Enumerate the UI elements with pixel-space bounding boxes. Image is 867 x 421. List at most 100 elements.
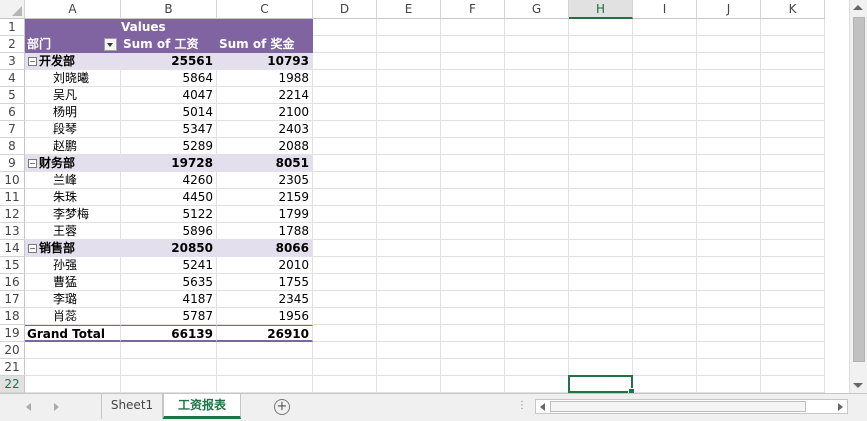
empty-cell[interactable] [377, 36, 441, 53]
empty-cell[interactable] [441, 53, 505, 70]
empty-cell[interactable] [377, 376, 441, 393]
empty-cell[interactable] [377, 206, 441, 223]
empty-cell[interactable] [377, 257, 441, 274]
empty-cell[interactable] [313, 206, 377, 223]
empty-cell[interactable] [697, 87, 761, 104]
empty-cell[interactable] [313, 36, 377, 53]
collapse-minus-icon[interactable]: − [28, 159, 37, 168]
empty-cell[interactable] [633, 138, 697, 155]
row-header[interactable]: 12 [0, 206, 25, 223]
employee-bonus[interactable]: 1799 [217, 206, 313, 223]
empty-cell[interactable] [761, 53, 825, 70]
employee-name[interactable]: 兰峰 [25, 172, 121, 189]
empty-cell[interactable] [633, 223, 697, 240]
empty-cell[interactable] [697, 359, 761, 376]
empty-cell[interactable] [377, 155, 441, 172]
empty-cell[interactable] [633, 36, 697, 53]
row-labels-field[interactable]: 部门 [25, 36, 121, 53]
empty-cell[interactable] [697, 376, 761, 393]
empty-cell[interactable] [377, 325, 441, 342]
horizontal-scrollbar[interactable] [535, 399, 848, 414]
empty-cell[interactable] [505, 291, 569, 308]
empty-cell[interactable] [569, 376, 633, 393]
employee-salary[interactable]: 4450 [121, 189, 217, 206]
row-header[interactable]: 5 [0, 87, 25, 104]
employee-name[interactable]: 吴凡 [25, 87, 121, 104]
row-header[interactable]: 8 [0, 138, 25, 155]
department-salary-subtotal[interactable]: 19728 [121, 155, 217, 172]
empty-cell[interactable] [569, 189, 633, 206]
empty-cell[interactable] [697, 121, 761, 138]
grand-total-bonus[interactable]: 26910 [217, 325, 313, 342]
employee-bonus[interactable]: 2403 [217, 121, 313, 138]
empty-cell[interactable] [761, 223, 825, 240]
empty-cell[interactable] [377, 19, 441, 36]
employee-salary[interactable]: 5347 [121, 121, 217, 138]
empty-cell[interactable] [633, 240, 697, 257]
empty-cell[interactable] [505, 36, 569, 53]
empty-cell[interactable] [313, 240, 377, 257]
empty-cell[interactable] [569, 325, 633, 342]
row-header[interactable]: 16 [0, 274, 25, 291]
empty-cell[interactable] [761, 359, 825, 376]
empty-cell[interactable] [569, 291, 633, 308]
empty-cell[interactable] [441, 291, 505, 308]
employee-bonus[interactable]: 1956 [217, 308, 313, 325]
horizontal-scroll-thumb[interactable] [550, 401, 806, 412]
empty-cell[interactable] [569, 19, 633, 36]
empty-cell[interactable] [505, 19, 569, 36]
employee-bonus[interactable]: 2010 [217, 257, 313, 274]
row-header[interactable]: 20 [0, 342, 25, 359]
empty-cell[interactable] [569, 240, 633, 257]
empty-cell[interactable] [313, 342, 377, 359]
row-header[interactable]: 21 [0, 359, 25, 376]
empty-cell[interactable] [505, 308, 569, 325]
empty-cell[interactable] [377, 172, 441, 189]
empty-cell[interactable] [697, 53, 761, 70]
empty-cell[interactable] [761, 36, 825, 53]
empty-cell[interactable] [569, 257, 633, 274]
empty-cell[interactable] [697, 138, 761, 155]
department-salary-subtotal[interactable]: 25561 [121, 53, 217, 70]
empty-cell[interactable] [569, 223, 633, 240]
row-header[interactable]: 11 [0, 189, 25, 206]
employee-bonus[interactable]: 2214 [217, 87, 313, 104]
empty-cell[interactable] [313, 291, 377, 308]
prev-sheet-arrow-icon[interactable] [26, 403, 31, 411]
empty-cell[interactable] [569, 206, 633, 223]
empty-cell[interactable] [441, 36, 505, 53]
empty-cell[interactable] [377, 342, 441, 359]
employee-salary[interactable]: 5864 [121, 70, 217, 87]
row-header[interactable]: 2 [0, 36, 25, 53]
empty-cell[interactable] [761, 87, 825, 104]
empty-cell[interactable] [633, 342, 697, 359]
collapse-minus-icon[interactable]: − [28, 244, 37, 253]
empty-cell[interactable] [313, 308, 377, 325]
empty-cell[interactable] [633, 359, 697, 376]
employee-salary[interactable]: 5289 [121, 138, 217, 155]
empty-cell[interactable] [313, 138, 377, 155]
empty-cell[interactable] [505, 274, 569, 291]
empty-cell[interactable] [313, 257, 377, 274]
employee-name[interactable]: 李璐 [25, 291, 121, 308]
row-header[interactable]: 3 [0, 53, 25, 70]
empty-cell[interactable] [697, 223, 761, 240]
empty-cell[interactable] [697, 291, 761, 308]
column-header-k[interactable]: K [761, 0, 825, 19]
employee-bonus[interactable]: 2100 [217, 104, 313, 121]
empty-cell[interactable] [697, 104, 761, 121]
scroll-down-arrow-icon[interactable] [853, 383, 863, 388]
empty-cell[interactable] [505, 359, 569, 376]
empty-cell[interactable] [313, 359, 377, 376]
empty-cell[interactable] [633, 325, 697, 342]
empty-cell[interactable] [313, 376, 377, 393]
empty-cell[interactable] [313, 274, 377, 291]
employee-salary[interactable]: 4187 [121, 291, 217, 308]
empty-cell[interactable] [377, 189, 441, 206]
employee-name[interactable]: 曹猛 [25, 274, 121, 291]
empty-cell[interactable] [697, 325, 761, 342]
empty-cell[interactable] [441, 342, 505, 359]
empty-cell[interactable] [505, 240, 569, 257]
empty-cell[interactable] [441, 325, 505, 342]
empty-cell[interactable] [313, 70, 377, 87]
